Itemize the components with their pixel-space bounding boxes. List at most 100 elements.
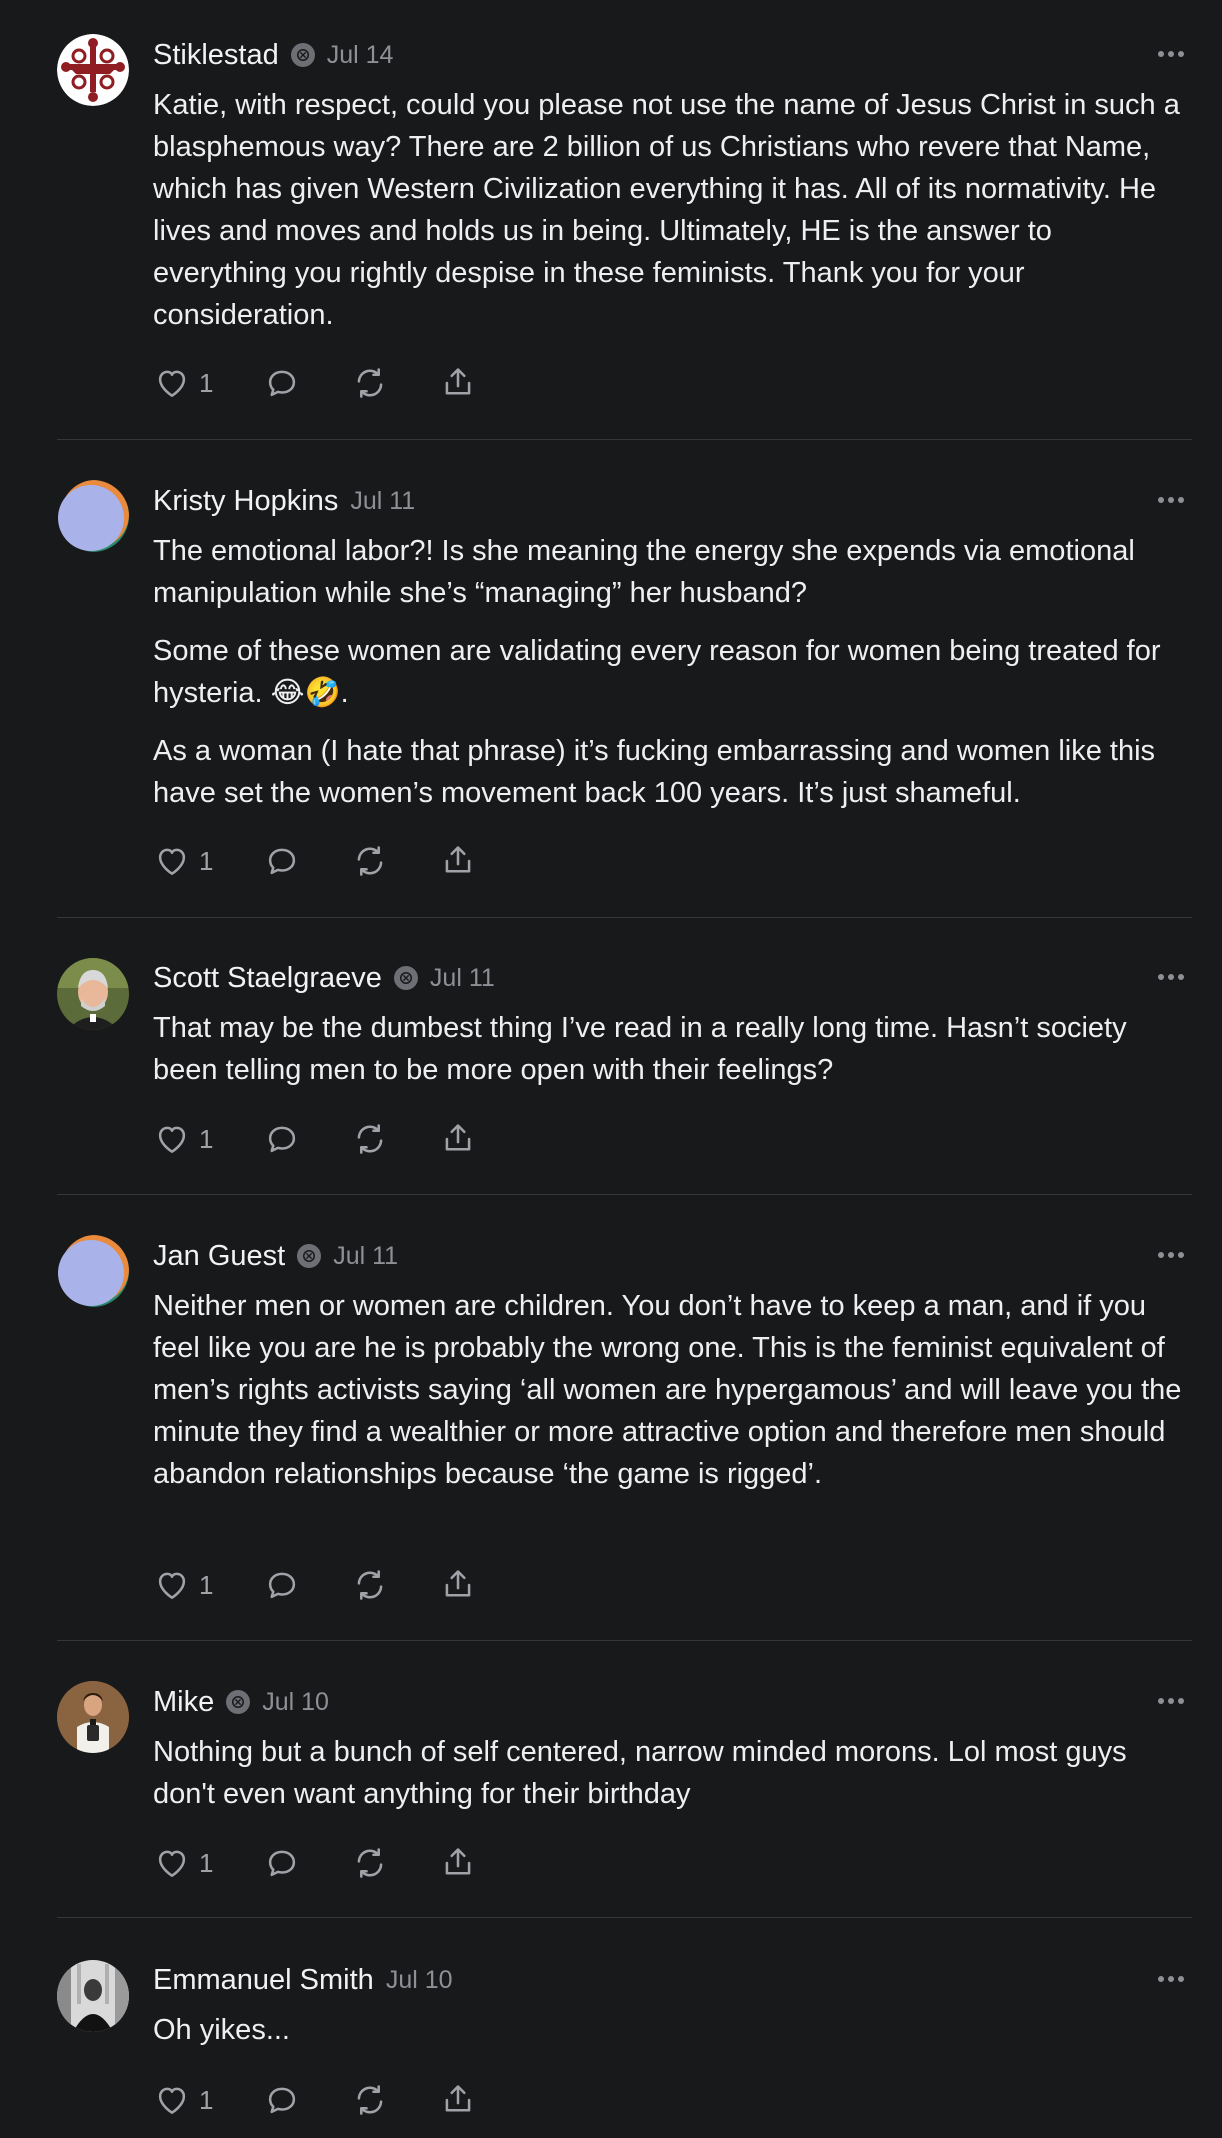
comment-date[interactable]: Jul 11 [430, 964, 495, 993]
comment-date[interactable]: Jul 11 [333, 1242, 398, 1271]
comment-bubble-icon [263, 1120, 301, 1158]
more-options-icon[interactable] [1158, 494, 1188, 506]
more-options-icon[interactable] [1158, 1249, 1188, 1261]
comment-paragraph: Neither men or women are children. You d… [153, 1290, 1182, 1490]
avatar[interactable] [57, 1960, 129, 2032]
comment-paragraph: Nothing but a bunch of self centered, na… [153, 1736, 1127, 1810]
avatar[interactable] [57, 480, 129, 552]
reply-button[interactable] [263, 1844, 351, 1882]
like-count: 1 [199, 367, 214, 398]
restack-button[interactable] [351, 842, 439, 880]
reply-button[interactable] [263, 364, 351, 402]
more-options-icon[interactable] [1158, 1973, 1188, 1985]
comment-actions: 1 [153, 839, 477, 883]
like-button[interactable]: 1 [153, 842, 263, 880]
comment-actions: 1 [153, 361, 477, 405]
comment-actions: 1 [153, 1841, 477, 1885]
more-options-icon[interactable] [1158, 48, 1188, 60]
default-avatar-icon [57, 480, 129, 552]
reply-button[interactable] [263, 1566, 351, 1604]
subscriber-badge-icon [393, 966, 418, 990]
comment-header: Kristy Hopkins Jul 11 [153, 481, 415, 521]
subscriber-badge-icon [226, 1690, 251, 1714]
share-button[interactable] [439, 842, 477, 880]
like-count: 1 [199, 1847, 214, 1878]
share-icon [439, 1120, 477, 1158]
restack-button[interactable] [351, 1120, 439, 1158]
comment-paragraph: Katie, with respect, could you please no… [153, 89, 1180, 331]
more-options-icon[interactable] [1158, 971, 1188, 983]
restack-button[interactable] [351, 364, 439, 402]
share-button[interactable] [439, 364, 477, 402]
like-button[interactable]: 1 [153, 1120, 263, 1158]
comment-item: Stiklestad Jul 14 Katie, with respect, c… [57, 0, 1192, 440]
like-button[interactable]: 1 [153, 1566, 263, 1604]
comment-body: Katie, with respect, could you please no… [153, 84, 1193, 352]
default-avatar-icon [57, 1235, 129, 1307]
author-name[interactable]: Kristy Hopkins [153, 485, 338, 518]
like-button[interactable]: 1 [153, 364, 263, 402]
comment-paragraph: Oh yikes... [153, 2014, 290, 2046]
comment-date[interactable]: Jul 11 [350, 487, 415, 516]
share-button[interactable] [439, 1566, 477, 1604]
heart-icon [153, 1566, 191, 1604]
like-count: 1 [199, 2084, 214, 2115]
restack-button[interactable] [351, 2081, 439, 2119]
comment-paragraph: Some of these women are validating every… [153, 635, 1161, 709]
like-button[interactable]: 1 [153, 1844, 263, 1882]
comment-date[interactable]: Jul 10 [386, 1966, 453, 1995]
restack-button[interactable] [351, 1566, 439, 1604]
avatar[interactable] [57, 958, 129, 1030]
comment-header: Mike Jul 10 [153, 1682, 329, 1722]
user-photo-icon [57, 1960, 129, 2032]
comment-header: Emmanuel Smith Jul 10 [153, 1960, 453, 2000]
share-icon [439, 1566, 477, 1604]
restack-icon [351, 1120, 389, 1158]
comment-item: Emmanuel Smith Jul 10 Oh yikes... 1 [57, 1918, 1192, 2138]
comment-body: Nothing but a bunch of self centered, na… [153, 1731, 1193, 1831]
restack-icon [351, 842, 389, 880]
author-name[interactable]: Stiklestad [153, 39, 279, 72]
share-icon [439, 1844, 477, 1882]
comment-actions: 1 [153, 1117, 477, 1161]
share-button[interactable] [439, 2081, 477, 2119]
reply-button[interactable] [263, 1120, 351, 1158]
avatar[interactable] [57, 1235, 129, 1307]
heart-icon [153, 1120, 191, 1158]
comment-paragraph: That may be the dumbest thing I’ve read … [153, 1012, 1127, 1086]
share-button[interactable] [439, 1844, 477, 1882]
comment-bubble-icon [263, 2081, 301, 2119]
author-name[interactable]: Emmanuel Smith [153, 1964, 374, 1997]
more-options-icon[interactable] [1158, 1695, 1188, 1707]
user-photo-icon [57, 958, 129, 1030]
like-count: 1 [199, 845, 214, 876]
like-button[interactable]: 1 [153, 2081, 263, 2119]
reply-button[interactable] [263, 2081, 351, 2119]
comment-bubble-icon [263, 842, 301, 880]
avatar[interactable] [57, 1681, 129, 1753]
comment-actions: 1 [153, 1563, 477, 1607]
restack-button[interactable] [351, 1844, 439, 1882]
comment-date[interactable]: Jul 10 [262, 1688, 329, 1717]
user-photo-icon [57, 1681, 129, 1753]
comment-bubble-icon [263, 1566, 301, 1604]
heart-icon [153, 1844, 191, 1882]
like-count: 1 [199, 1123, 214, 1154]
heart-icon [153, 842, 191, 880]
restack-icon [351, 364, 389, 402]
author-name[interactable]: Jan Guest [153, 1240, 285, 1273]
share-icon [439, 2081, 477, 2119]
share-button[interactable] [439, 1120, 477, 1158]
author-name[interactable]: Scott Staelgraeve [153, 962, 382, 995]
avatar[interactable] [57, 34, 129, 106]
comment-date[interactable]: Jul 14 [327, 41, 394, 70]
author-name[interactable]: Mike [153, 1686, 214, 1719]
restack-icon [351, 1566, 389, 1604]
comment-body: Oh yikes... [153, 2009, 1193, 2067]
reply-button[interactable] [263, 842, 351, 880]
comment-header: Scott Staelgraeve Jul 11 [153, 958, 495, 998]
comment-body: Neither men or women are children. You d… [153, 1285, 1193, 1511]
comment-header: Jan Guest Jul 11 [153, 1236, 398, 1276]
heart-icon [153, 364, 191, 402]
comment-item: Scott Staelgraeve Jul 11 That may be the… [57, 918, 1192, 1195]
